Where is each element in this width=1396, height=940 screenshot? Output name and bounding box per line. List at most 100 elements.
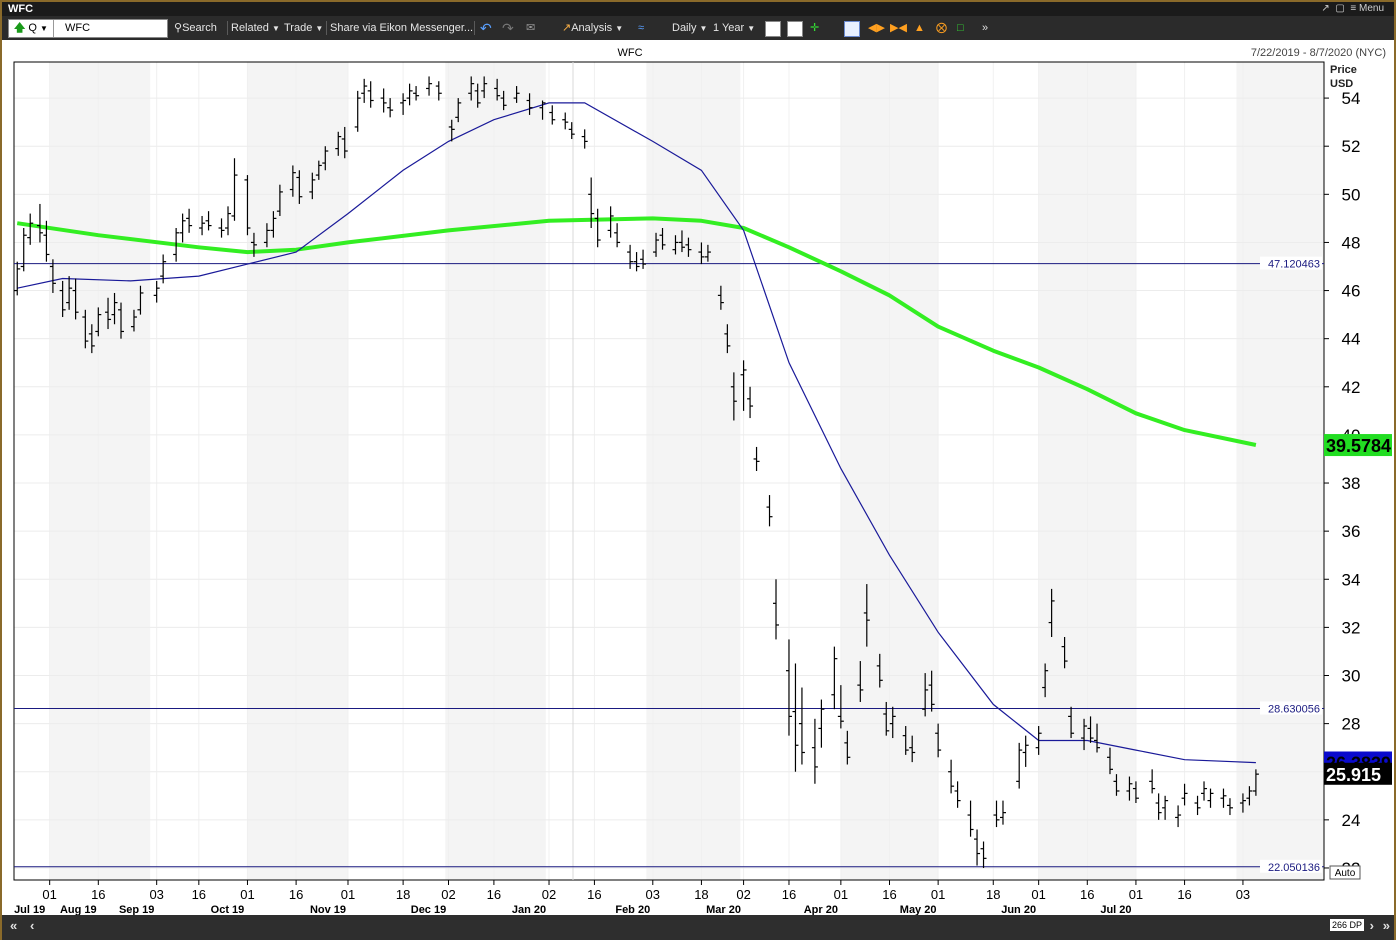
ohlc-bar <box>1220 788 1227 808</box>
scroll-back-icon[interactable]: ‹ <box>30 918 34 933</box>
draw-tool-icon[interactable]: □ <box>957 20 964 36</box>
interval-dropdown[interactable]: Daily ▼ <box>672 20 707 36</box>
scroll-end-icon[interactable]: ▶◀ <box>890 20 907 36</box>
ohlc-bar <box>1226 798 1233 816</box>
scroll-bar[interactable]: « ‹ 266 DP › » <box>2 915 1394 940</box>
crosshair-icon[interactable]: ✛ <box>810 20 819 36</box>
chart-date-range: 7/22/2019 - 8/7/2020 (NYC) <box>1251 47 1386 59</box>
scroll-forward-icon[interactable]: › <box>1370 918 1374 933</box>
analysis-menu[interactable]: ↗Analysis ▼ <box>562 20 623 36</box>
month-band <box>49 62 151 880</box>
scroll-end-icon[interactable]: » <box>1383 918 1390 933</box>
ohlc-bar <box>1181 783 1188 806</box>
x-tick-label: 01 <box>240 887 254 902</box>
undo-icon[interactable]: ↶ <box>480 20 492 36</box>
x-tick-label: 03 <box>149 887 163 902</box>
x-tick-label: 18 <box>986 887 1000 902</box>
ohlc-bar <box>766 495 773 527</box>
up-arrow-icon: 🡅 <box>14 22 26 34</box>
ohlc-bar <box>1016 742 1023 789</box>
ohlc-bar <box>231 158 238 221</box>
chevron-down-icon: ▼ <box>40 24 48 33</box>
analysis-icon: ↗ <box>562 22 572 34</box>
x-tick-label: 16 <box>1177 887 1191 902</box>
y-tick-label: 32 <box>1342 618 1361 637</box>
price-axis-currency: USD <box>1330 78 1353 90</box>
scroll-start-icon[interactable]: « <box>10 918 17 933</box>
x-tick-label: 01 <box>834 887 848 902</box>
ohlc-bar <box>993 800 1000 828</box>
ohlc-bar <box>426 76 433 96</box>
studies-icon[interactable]: ≈ <box>638 20 644 36</box>
x-tick-label: 16 <box>882 887 896 902</box>
ric-input[interactable]: 🡅 Q ▼ WFC <box>8 19 168 38</box>
scale-x-icon[interactable]: ⨂ <box>936 20 947 36</box>
time-axis[interactable]: 01 Jul 19 16 Aug 19 03 Sep 19 16 01 Oct 19 16 01 No… <box>14 880 1250 915</box>
range-dropdown[interactable]: 1 Year ▼ <box>713 20 755 36</box>
y-tick-label: 44 <box>1342 330 1361 349</box>
chevron-down-icon: ▼ <box>271 24 280 33</box>
search-label: Search <box>182 22 217 34</box>
more-tools-icon[interactable]: » <box>982 20 988 36</box>
ohlc-bar <box>633 252 640 272</box>
scale-y-icon[interactable]: ▲ <box>914 20 925 36</box>
menu-button[interactable]: ↗ ▢ ≡ Menu <box>1321 2 1384 16</box>
ohlc-bar <box>831 646 838 710</box>
y-tick-label: 36 <box>1342 522 1361 541</box>
scroll-left-icon[interactable]: ◀▶ <box>868 20 885 36</box>
ohlc-bar <box>954 781 961 808</box>
y-tick-label: 30 <box>1342 667 1361 686</box>
ohlc-bar <box>225 206 232 236</box>
share-button[interactable]: Share via Eikon Messenger... <box>330 20 473 36</box>
search-button[interactable]: ⚲Search <box>174 20 217 36</box>
related-menu[interactable]: Related ▼ <box>231 20 280 36</box>
y-tick-label: 24 <box>1342 811 1361 830</box>
x-tick-label: 18 <box>396 887 410 902</box>
x-month-label: Aug 19 <box>60 904 97 915</box>
ohlc-bar <box>974 829 981 866</box>
datapoints-badge[interactable]: 266 DP <box>1329 919 1364 931</box>
ohlc-bar <box>36 203 43 243</box>
expand-icon[interactable]: ↗ <box>1321 3 1329 14</box>
x-month-label: Oct 19 <box>211 904 245 915</box>
ohlc-bar <box>380 88 387 113</box>
x-tick-label: 01 <box>341 887 355 902</box>
related-label: Related <box>231 22 269 34</box>
ohlc-bar <box>811 718 818 784</box>
chart-area[interactable]: 47.12046328.63005622.050136 222426283032… <box>2 40 1394 915</box>
x-tick-label: 16 <box>1080 887 1094 902</box>
zoom-box-icon[interactable] <box>844 21 860 37</box>
ohlc-bar <box>785 639 792 736</box>
x-tick-label: 01 <box>1129 887 1143 902</box>
compare-chart-icon[interactable] <box>787 21 803 37</box>
restore-icon[interactable]: ▢ <box>1335 3 1344 14</box>
month-band <box>1236 62 1324 880</box>
line-chart-icon[interactable] <box>765 21 781 37</box>
folder-icon[interactable]: ✉ <box>526 20 535 36</box>
ohlc-bar <box>1207 788 1214 808</box>
ohlc-bar <box>361 78 368 103</box>
chevron-down-icon: ▼ <box>699 24 708 33</box>
x-month-label: Dec 19 <box>411 904 446 915</box>
x-month-label: Nov 19 <box>310 904 346 915</box>
x-tick-label: 02 <box>441 887 455 902</box>
y-tick-label: 48 <box>1342 233 1361 252</box>
redo-icon[interactable]: ↷ <box>502 20 514 36</box>
menu-label: Menu <box>1358 3 1384 14</box>
chevron-down-icon: ▼ <box>615 24 624 33</box>
window-title: WFC <box>8 3 34 15</box>
ohlc-bar <box>562 112 569 130</box>
x-tick-label: 02 <box>736 887 750 902</box>
ohlc-bar <box>1175 805 1182 828</box>
ohlc-bar <box>153 280 160 303</box>
month-band <box>445 62 546 880</box>
ric-prefix-dropdown[interactable]: 🡅 Q ▼ <box>11 20 54 37</box>
x-month-label: Apr 20 <box>804 904 838 915</box>
ric-prefix-label: Q <box>28 22 37 34</box>
period-bands <box>49 62 1324 880</box>
trade-menu[interactable]: Trade ▼ <box>284 20 323 36</box>
ohlc-bar <box>568 122 575 139</box>
ohlc-bar <box>1022 735 1029 767</box>
toolbar-divider <box>474 21 475 35</box>
ohlc-bar <box>967 800 974 837</box>
